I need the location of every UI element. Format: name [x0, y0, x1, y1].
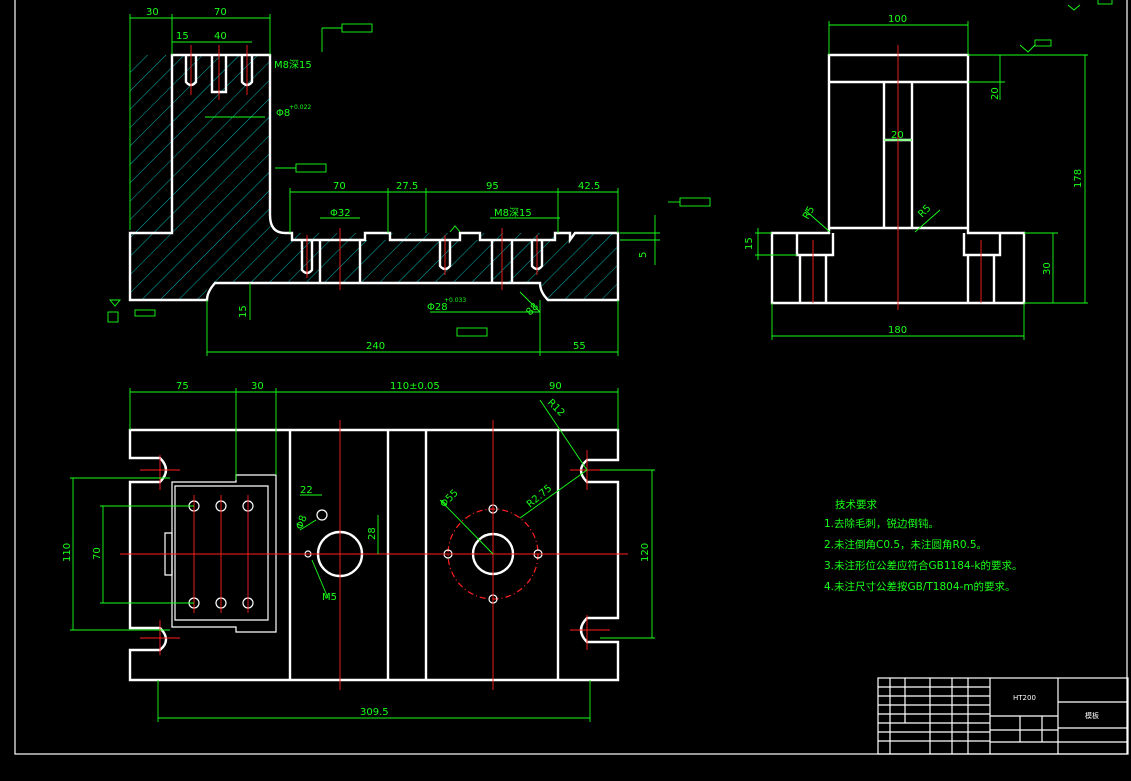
dim-30-topview: 30	[251, 381, 264, 392]
dim-70-mid: 70	[333, 181, 346, 192]
title-block-grid	[878, 678, 990, 754]
dim-28: 28	[367, 527, 378, 540]
top-view: 75 30 110±0.05 90 R12 R2.75 Φ55 22 Φ8 28…	[62, 381, 655, 722]
dim-120: 120	[640, 543, 651, 562]
front-view: 30 70 15 40 M8深15 Φ8 +0.022 70 27.5 95 4…	[107, 7, 711, 356]
note-item: 4.未注尺寸公差按GB/T1804-m的要求。	[824, 580, 1016, 593]
dim-dia55: Φ55	[438, 488, 460, 510]
dim-30-top: 30	[146, 7, 159, 18]
dim-20-b: 20	[891, 130, 904, 141]
top-view-outline	[128, 428, 620, 682]
title-block-drawing-name: 模板	[1085, 711, 1099, 720]
dim-30-side: 30	[1042, 262, 1053, 275]
dim-100: 100	[888, 14, 907, 25]
dim-40-top: 40	[214, 31, 227, 42]
dim-15-top: 15	[176, 31, 189, 42]
dim-110-vertical: 110	[62, 543, 73, 562]
dim-55: 55	[573, 341, 586, 352]
dim-5: 5	[638, 252, 649, 258]
technical-notes: 技术要求 1.去除毛刺，锐边倒钝。 2.未注倒角C0.5，未注圆角R0.5。 3…	[824, 498, 1022, 593]
dim-240: 240	[366, 341, 385, 352]
dim-dia8-topview: Φ8	[294, 514, 309, 531]
cad-drawing-canvas: 30 70 15 40 M8深15 Φ8 +0.022 70 27.5 95 4…	[14, 0, 1129, 755]
notes-title: 技术要求	[835, 498, 877, 511]
dim-42-5: 42.5	[578, 181, 600, 192]
dim-110-tol: 110±0.05	[390, 381, 440, 392]
dim-20-a: 20	[990, 87, 1001, 100]
callout-m8-mid: M8深15	[494, 207, 532, 219]
callout-m8-top: M8深15	[274, 59, 312, 71]
title-block-material: HT200	[1013, 694, 1036, 702]
dim-dia32: Φ32	[330, 208, 351, 219]
dim-95: 95	[486, 181, 499, 192]
dim-180: 180	[888, 325, 907, 336]
dim-178: 178	[1073, 169, 1084, 188]
dim-dia28-tol: +0.033	[444, 297, 466, 304]
dim-15-side: 15	[744, 237, 755, 250]
front-view-section-fill	[130, 55, 618, 300]
note-item: 3.未注形位公差应符合GB1184-k的要求。	[824, 559, 1022, 572]
dim-27-5: 27.5	[396, 181, 418, 192]
dim-15-bottom: 15	[238, 305, 249, 318]
dim-r12: R12	[545, 397, 567, 419]
dim-90: 90	[549, 381, 562, 392]
dim-75: 75	[176, 381, 189, 392]
dim-309-5: 309.5	[360, 707, 389, 718]
dim-70-topview: 70	[92, 547, 103, 560]
dim-88: 88	[524, 301, 541, 318]
dim-dia8-tol: +0.022	[289, 104, 311, 111]
dim-m5: M5	[322, 592, 337, 603]
side-view: 100 20 20 178 R5 R5 15 30 180	[744, 0, 1113, 340]
dim-22: 22	[300, 485, 313, 496]
note-item: 2.未注倒角C0.5，未注圆角R0.5。	[824, 538, 987, 551]
note-item: 1.去除毛刺，锐边倒钝。	[824, 517, 939, 530]
title-block: HT200 模板	[877, 677, 1129, 755]
dim-70-top: 70	[214, 7, 227, 18]
